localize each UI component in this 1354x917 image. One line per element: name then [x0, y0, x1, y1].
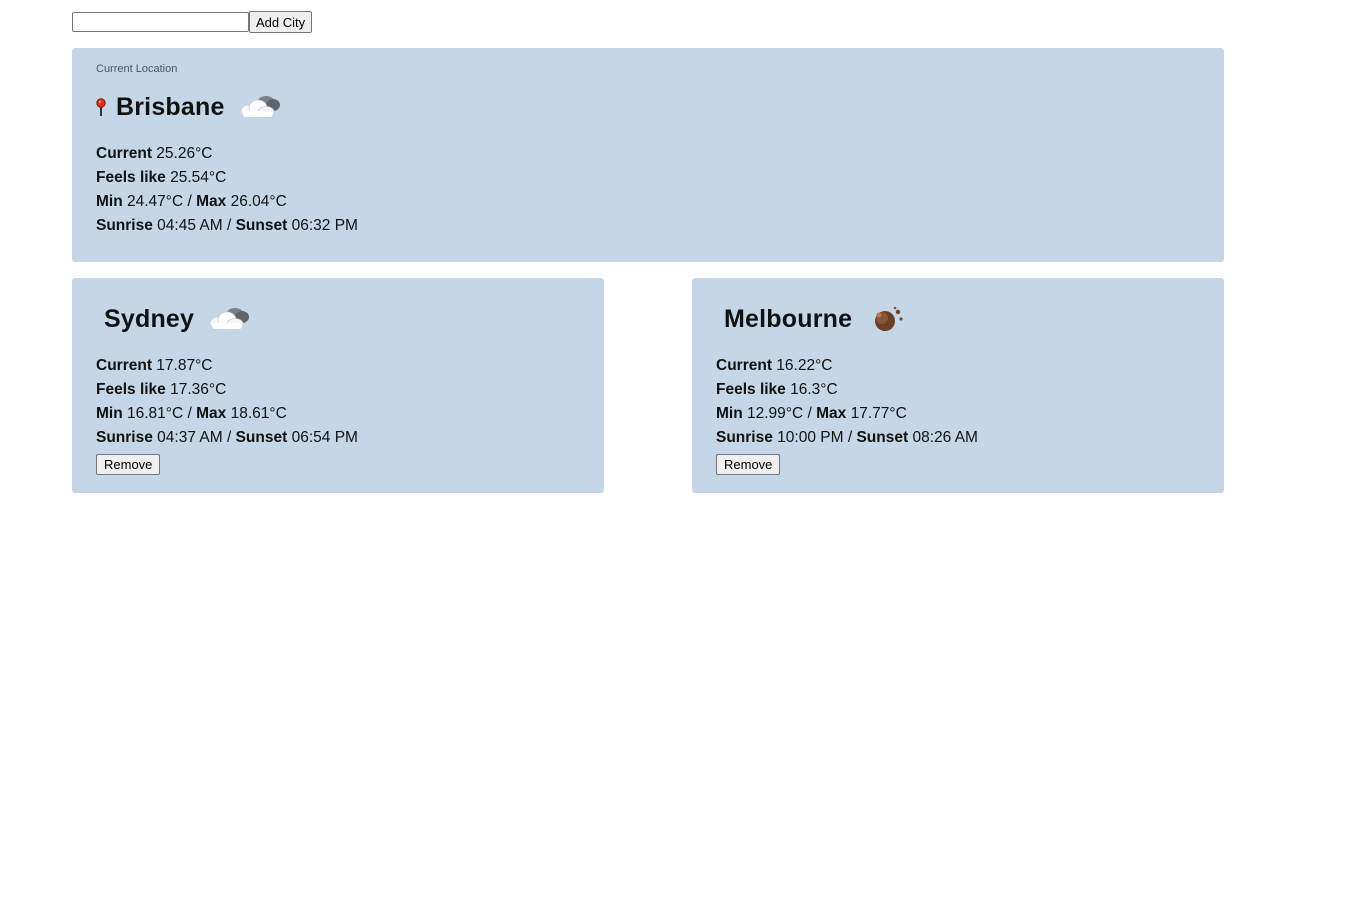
- add-city-button[interactable]: Add City: [249, 11, 313, 33]
- sunrise-value: 04:45 AM: [157, 217, 223, 234]
- remove-city-button[interactable]: Remove: [716, 454, 781, 475]
- sunrise-sunset-row: Sunrise 04:37 AM / Sunset 06:54 PM: [96, 429, 358, 446]
- city-header: Sydney: [96, 302, 580, 336]
- max-label: Max: [816, 405, 847, 422]
- max-label: Max: [196, 193, 227, 210]
- partly-cloudy-icon: [237, 90, 283, 124]
- city-card-melbourne: Melbourne Current 16.22°C Feels like 16.…: [692, 278, 1224, 493]
- min-value: 24.47°C: [127, 193, 184, 210]
- min-label: Min: [96, 405, 123, 422]
- current-temp-row: Current 25.26°C: [96, 142, 1200, 166]
- max-value: 17.77°C: [850, 405, 907, 422]
- city-header: Brisbane: [96, 90, 1200, 124]
- min-value: 16.81°C: [127, 405, 184, 422]
- feels-like-label: Feels like: [716, 381, 786, 398]
- dust-icon: [864, 302, 910, 336]
- feels-like-label: Feels like: [96, 381, 166, 398]
- min-label: Min: [716, 405, 743, 422]
- feels-like-value: 16.3°C: [790, 381, 838, 398]
- partly-cloudy-icon: [206, 302, 252, 336]
- current-label: Current: [96, 357, 152, 374]
- current-temp-row: Current 17.87°C: [96, 354, 580, 378]
- max-value: 18.61°C: [230, 405, 287, 422]
- city-name: Brisbane: [116, 92, 225, 121]
- feels-like-value: 25.54°C: [170, 169, 227, 186]
- add-city-bar: Add City: [72, 11, 313, 33]
- current-label: Current: [716, 357, 772, 374]
- current-value: 25.26°C: [156, 145, 213, 162]
- sunset-value: 08:26 AM: [912, 429, 978, 446]
- min-max-row: Min 24.47°C / Max 26.04°C: [96, 193, 287, 210]
- sunset-label: Sunset: [235, 429, 288, 446]
- sunrise-value: 10:00 PM: [777, 429, 844, 446]
- sunset-value: 06:54 PM: [291, 429, 358, 446]
- city-search-input[interactable]: [72, 12, 249, 32]
- city-name: Sydney: [104, 304, 195, 333]
- min-label: Min: [96, 193, 123, 210]
- min-max-row: Min 12.99°C / Max 17.77°C: [716, 405, 907, 422]
- weather-app: Add City Current Location Brisbane Curre…: [0, 0, 1354, 917]
- current-temp-row: Current 16.22°C: [716, 354, 1200, 378]
- city-card-sydney: Sydney Current 17.87°C Feels like 17.36°…: [72, 278, 604, 493]
- location-pin-icon: [96, 97, 106, 117]
- sunrise-value: 04:37 AM: [157, 429, 223, 446]
- city-name: Melbourne: [724, 304, 853, 333]
- feels-like-label: Feels like: [96, 169, 166, 186]
- current-label: Current: [96, 145, 152, 162]
- current-value: 17.87°C: [156, 357, 213, 374]
- min-max-row: Min 16.81°C / Max 18.61°C: [96, 405, 287, 422]
- remove-city-button[interactable]: Remove: [96, 454, 161, 475]
- sunrise-sunset-row: Sunrise 04:45 AM / Sunset 06:32 PM: [96, 217, 358, 234]
- sunrise-label: Sunrise: [96, 217, 153, 234]
- current-location-label: Current Location: [96, 63, 178, 75]
- min-value: 12.99°C: [747, 405, 804, 422]
- sunrise-label: Sunrise: [96, 429, 153, 446]
- sunset-label: Sunset: [235, 217, 288, 234]
- max-value: 26.04°C: [230, 193, 287, 210]
- current-location-card: Current Location Brisbane Current 25.26°…: [72, 48, 1224, 262]
- current-value: 16.22°C: [776, 357, 833, 374]
- sunset-label: Sunset: [856, 429, 909, 446]
- max-label: Max: [196, 405, 227, 422]
- feels-like-row: Feels like 16.3°C: [716, 378, 1200, 402]
- city-header: Melbourne: [716, 302, 1200, 336]
- sunset-value: 06:32 PM: [291, 217, 358, 234]
- sunrise-label: Sunrise: [716, 429, 773, 446]
- feels-like-value: 17.36°C: [170, 381, 227, 398]
- feels-like-row: Feels like 25.54°C: [96, 166, 1200, 190]
- sunrise-sunset-row: Sunrise 10:00 PM / Sunset 08:26 AM: [716, 429, 978, 446]
- feels-like-row: Feels like 17.36°C: [96, 378, 580, 402]
